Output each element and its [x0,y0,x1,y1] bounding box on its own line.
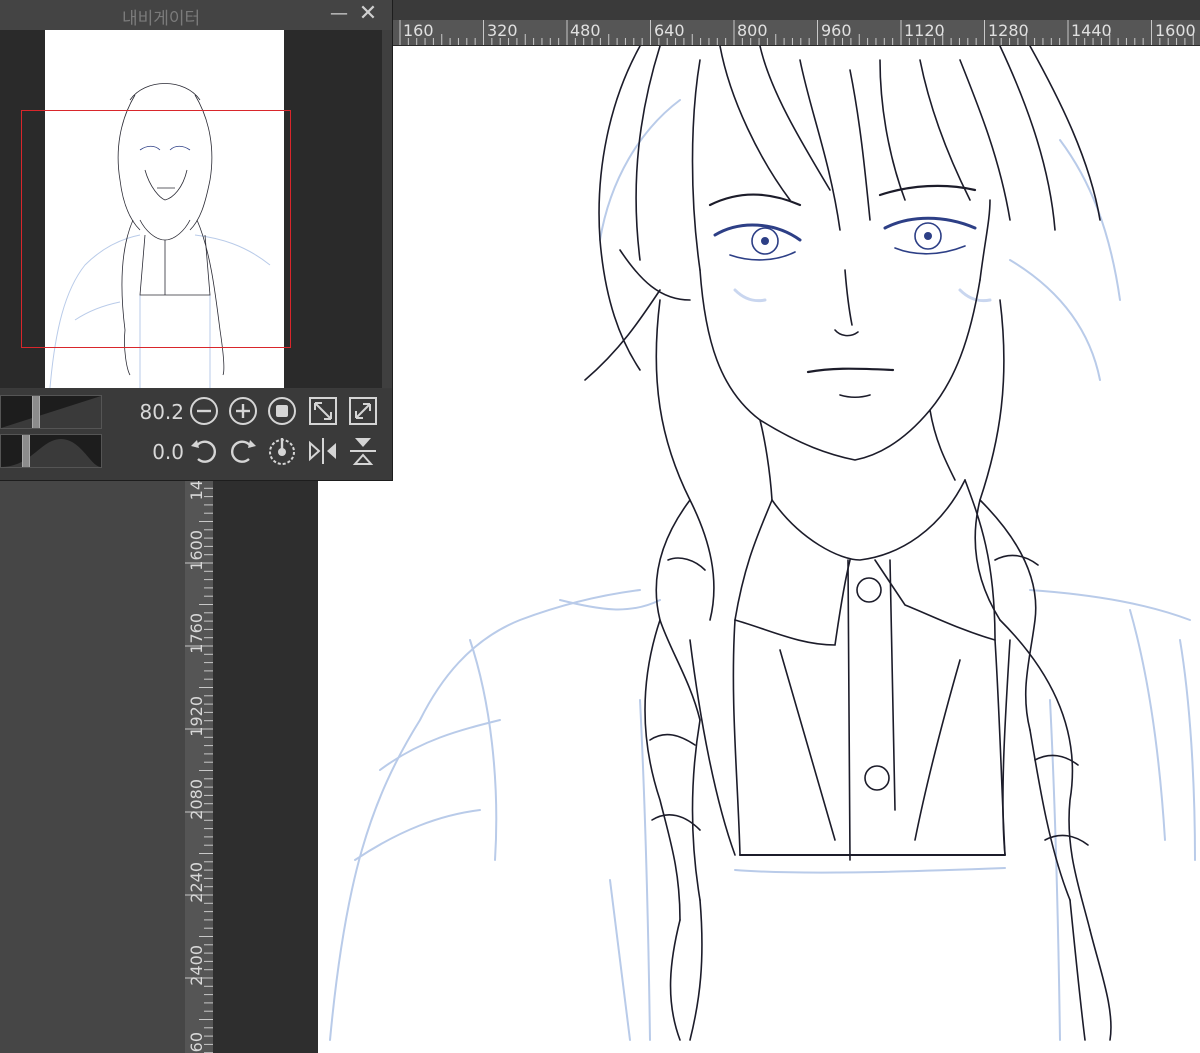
h-ruler-label: 1440 [1071,21,1112,40]
drawing-canvas[interactable] [318,46,1200,1053]
v-ruler-label: 1760 [187,613,206,654]
h-ruler-label: 640 [654,21,685,40]
h-ruler-label: 1600 [1155,21,1196,40]
v-ruler-label: 2080 [187,779,206,820]
canvas-gutter [213,480,318,1053]
top-strip [392,0,1200,20]
rotate-right-icon[interactable] [227,435,259,467]
zoom-slider[interactable] [0,395,102,429]
rotation-slider-handle[interactable] [22,435,30,467]
rotation-value: 0.0 [152,440,184,464]
h-ruler-label: 1120 [904,21,945,40]
vertical-ruler: 14 1600 1760 1920 2080 2240 2400 60 [185,480,214,1053]
rotate-left-icon[interactable] [188,435,220,467]
minimize-icon[interactable]: — [328,2,350,26]
v-ruler-label: 1600 [187,530,206,571]
flip-vertical-icon[interactable] [347,435,379,467]
h-ruler-label: 960 [821,21,852,40]
navigator-title: 내비게이터 [122,9,201,29]
navigator-panel: 내비게이터 — ✕ 80.2 0.0 [0,0,393,481]
zoom-slider-handle[interactable] [32,396,40,428]
zoom-in-icon[interactable] [227,395,259,427]
rotation-slider[interactable] [0,434,102,468]
v-ruler-label: 1920 [187,696,206,737]
close-icon[interactable]: ✕ [356,2,380,26]
zoom-out-icon[interactable] [188,395,220,427]
v-ruler-label: 2400 [187,945,206,986]
horizontal-ruler: 160 320 480 640 800 960 1120 1280 1440 1… [392,20,1200,46]
h-ruler-label: 800 [737,21,768,40]
v-ruler-label: 60 [187,1032,206,1053]
h-ruler-label: 1280 [988,21,1029,40]
h-ruler-label: 480 [570,21,601,40]
navigator-scrollbar[interactable] [382,30,392,388]
line-art-illustration [329,46,1196,1041]
zoom-slider-curve [1,396,101,428]
navigator-preview[interactable] [0,30,382,388]
navigator-title-bar[interactable]: 내비게이터 — ✕ [0,0,392,30]
h-ruler-label: 320 [487,21,518,40]
v-ruler-label: 2240 [187,862,206,903]
h-ruler-label: 160 [403,21,434,40]
navigator-view-frame[interactable] [21,110,291,348]
navigator-controls: 80.2 0.0 [0,389,392,480]
v-ruler-label: 14 [187,480,206,501]
stop-icon[interactable] [266,395,298,427]
full-size-icon[interactable] [347,395,379,427]
reset-rotation-icon[interactable] [266,435,298,467]
rotation-slider-curve [1,439,101,467]
fit-icon[interactable] [307,395,339,427]
zoom-value: 80.2 [139,400,184,424]
flip-horizontal-icon[interactable] [307,435,339,467]
